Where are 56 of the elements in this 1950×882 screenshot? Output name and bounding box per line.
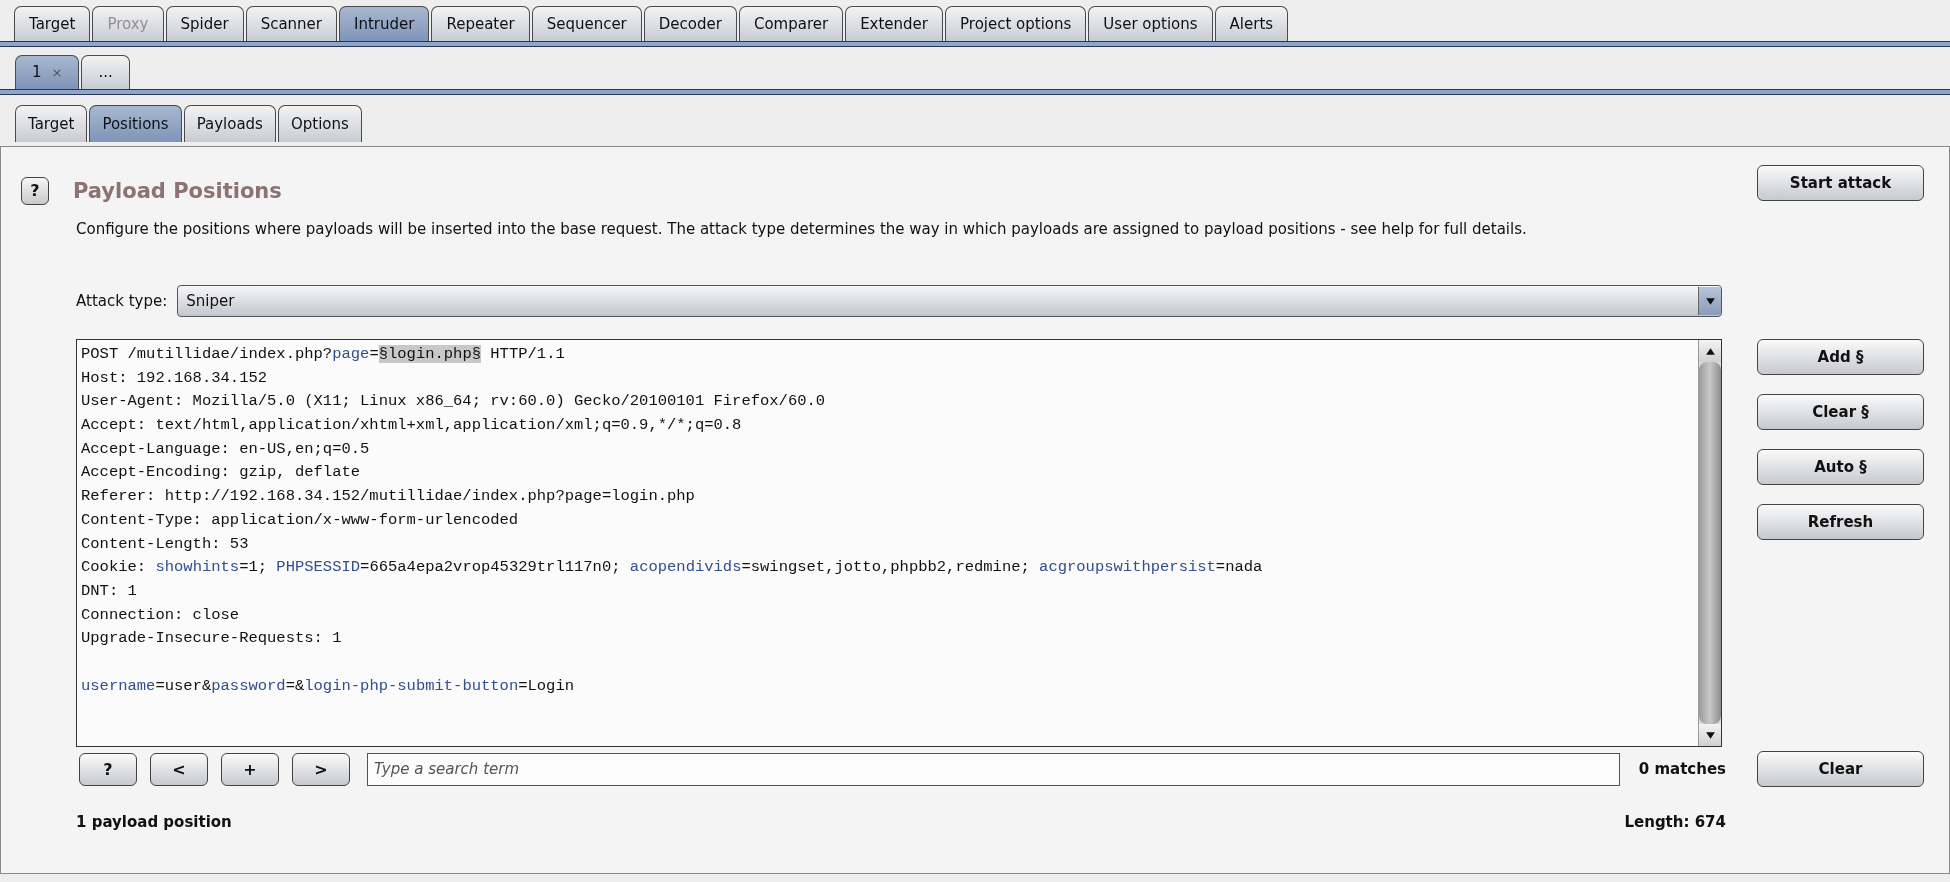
tool-tab[interactable]: Project options (945, 6, 1087, 41)
request-line: Cookie: showhints=1; PHPSESSID=665a4epa2vrop45329trl117n0; acopendivids=swingset,jotto,phpbb2,redmine; acgroupswithpersist=nada (81, 557, 1263, 579)
request-line: Content-Length: 53 (81, 533, 249, 555)
request-line: DNT: 1 (81, 580, 137, 602)
tool-tab[interactable]: Target (14, 6, 91, 41)
payload-count: 1 payload position (76, 813, 232, 831)
dropdown-arrow-icon (1704, 296, 1716, 306)
sub-tab[interactable]: Target (15, 105, 88, 142)
scroll-up-button[interactable] (1699, 340, 1721, 362)
request-line: Content-Type: application/x-www-form-urlencoded (81, 509, 519, 531)
request-line: Referer: http://192.168.34.152/mutillidae/index.php?page=login.php (81, 486, 695, 508)
search-nav-button[interactable]: + (221, 752, 279, 786)
tool-tab[interactable]: Comparer (738, 6, 844, 41)
request-line: User-Agent: Mozilla/5.0 (X11; Linux x86_64; rv:60.0) Gecko/20100101 Firefox/60.0 (81, 391, 826, 413)
clear-button[interactable]: Clear (1757, 751, 1924, 787)
search-nav-button[interactable]: < (150, 752, 208, 786)
section-description: Configure the positions where payloads will be inserted into the base request. The attack type determines the way in which payloads are assigned to payload positions - see help for full details. (76, 219, 1528, 240)
request-line: Accept-Language: en-US,en;q=0.5 (81, 438, 370, 460)
position-button[interactable]: Auto § (1757, 449, 1924, 485)
request-line: Accept: text/html,application/xhtml+xml,application/xml;q=0.9,*/*;q=0.8 (81, 415, 742, 437)
help-button[interactable]: ? (21, 177, 49, 205)
request-length: Length: 674 (1624, 813, 1726, 831)
tool-tab[interactable]: Alerts (1214, 6, 1289, 41)
section-title: Payload Positions (73, 179, 282, 203)
request-line: POST /mutillidae/index.php?page=§login.php§ HTTP/1.1 (81, 344, 565, 365)
sub-tab[interactable]: Positions (89, 105, 182, 142)
tool-tab[interactable]: Intruder (339, 6, 430, 41)
tool-tab[interactable]: Decoder (643, 6, 737, 41)
attack-type-dropdown[interactable]: Sniper (177, 285, 1722, 317)
sub-tab[interactable]: Options (277, 105, 362, 142)
request-line: Accept-Encoding: gzip, deflate (81, 462, 361, 484)
position-button[interactable]: Add § (1757, 339, 1924, 375)
request-line: username=user&password=&login-php-submit-button=Login (81, 675, 574, 697)
search-field[interactable]: Type a search term (367, 752, 1620, 786)
down-arrow-icon (1704, 730, 1716, 740)
search-nav-button[interactable]: ? (79, 752, 137, 786)
position-button[interactable]: Refresh (1757, 504, 1924, 540)
attack-tab[interactable]: 1 × (15, 55, 80, 89)
tool-tab[interactable]: User options (1088, 6, 1213, 41)
scroll-down-button[interactable] (1699, 724, 1721, 746)
request-line: Connection: close (81, 604, 240, 626)
request-line: Host: 192.168.34.152 (81, 367, 268, 389)
request-line: Upgrade-Insecure-Requests: 1 (81, 628, 342, 650)
tool-tab[interactable]: Repeater (431, 6, 530, 41)
attack-tab[interactable]: ... (81, 55, 130, 89)
attack-type-label: Attack type: (76, 291, 168, 312)
search-nav-button[interactable]: > (292, 752, 350, 786)
tool-tab[interactable]: Scanner (245, 6, 337, 41)
start-attack-button[interactable]: Start attack (1757, 165, 1924, 201)
match-count: 0 matches (1638, 760, 1726, 778)
up-arrow-icon (1704, 346, 1716, 356)
sub-tab[interactable]: Payloads (183, 105, 276, 142)
tool-tab[interactable]: Extender (845, 6, 943, 41)
tool-tab[interactable]: Spider (165, 6, 244, 41)
tool-tab[interactable]: Sequencer (531, 6, 642, 41)
position-button[interactable]: Clear § (1757, 394, 1924, 430)
